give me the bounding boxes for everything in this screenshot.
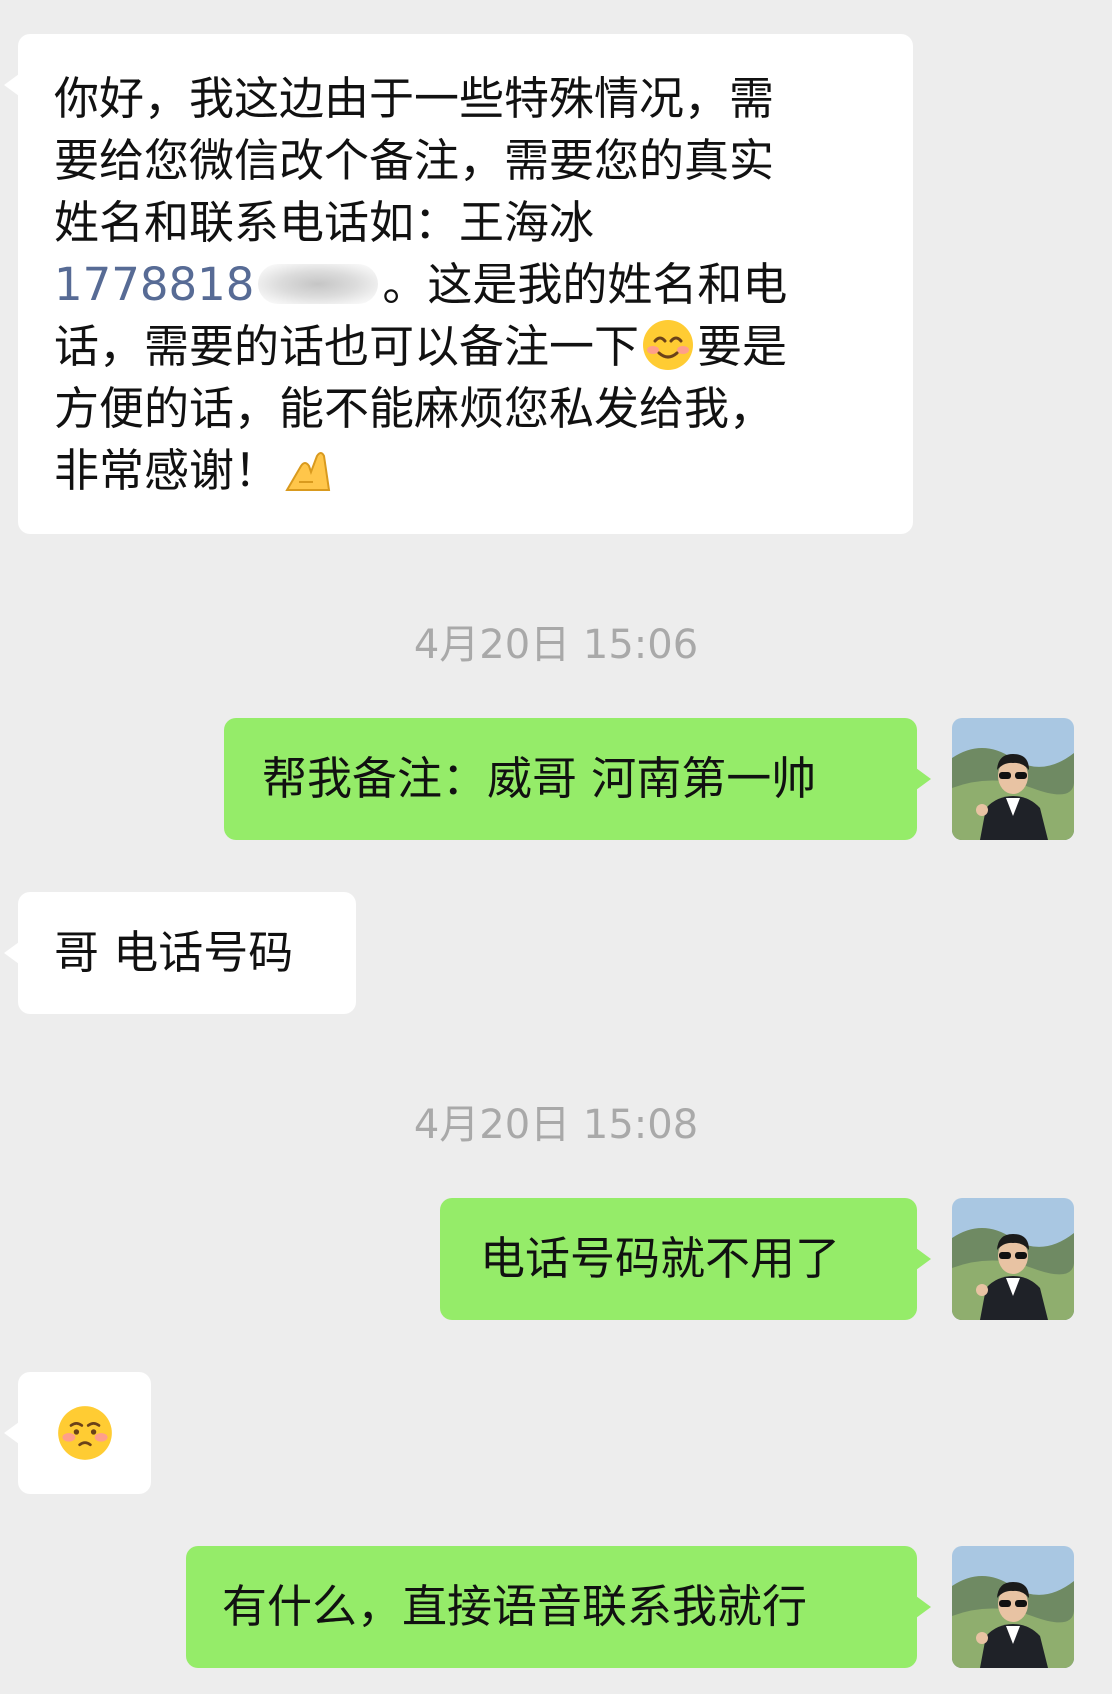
- message-text: 非常感谢！: [54, 444, 280, 497]
- timestamp: 4月20日 15:06: [413, 622, 699, 668]
- bubble-tail: [916, 1596, 931, 1618]
- message-bubble-outgoing[interactable]: 电话号码就不用了: [440, 1198, 931, 1320]
- smiling-face-icon: [643, 320, 694, 370]
- bubble-tail: [916, 1248, 931, 1270]
- message-text: 哥 电话号码: [54, 926, 294, 979]
- message-text: 要是: [697, 320, 788, 373]
- avatar[interactable]: [952, 1546, 1074, 1668]
- bubble-tail: [916, 768, 931, 790]
- message-line: 1778818 。这是我的姓名和电: [54, 254, 913, 316]
- message-bubble-incoming[interactable]: [4, 1372, 151, 1494]
- flushed-face-icon: [58, 1406, 112, 1460]
- phone-number-link[interactable]: 1778818: [54, 258, 254, 311]
- avatar-photo: [952, 1198, 1074, 1320]
- message-line: 方便的话，能不能麻烦您私发给我，: [54, 382, 775, 435]
- message-bubble-outgoing[interactable]: 帮我备注：威哥 河南第一帅: [224, 718, 931, 840]
- message-text: 。这是我的姓名和电: [382, 258, 788, 311]
- message-line: 姓名和联系电话如：王海冰: [54, 196, 595, 249]
- bubble-tail: [4, 942, 19, 964]
- bubble-tail: [4, 1422, 19, 1444]
- timestamp: 4月20日 15:08: [413, 1102, 699, 1148]
- avatar[interactable]: [952, 718, 1074, 840]
- bubble-tail: [4, 74, 19, 96]
- avatar[interactable]: [952, 1198, 1074, 1320]
- message-line: 要给您微信改个备注，需要您的真实: [54, 134, 775, 187]
- message-text: 有什么，直接语音联系我就行: [222, 1580, 808, 1633]
- message-bubble-outgoing[interactable]: 有什么，直接语音联系我就行: [186, 1546, 931, 1668]
- ok-hand-icon: [285, 452, 331, 491]
- message-text: 帮我备注：威哥 河南第一帅: [262, 752, 817, 805]
- avatar-photo: [952, 1546, 1074, 1668]
- message-text: 话，需要的话也可以备注一下: [54, 320, 640, 373]
- avatar-photo: [952, 718, 1074, 840]
- redacted-blur: [258, 264, 379, 304]
- message-bubble-incoming[interactable]: 你好，我这边由于一些特殊情况，需 要给您微信改个备注，需要您的真实 姓名和联系电…: [4, 34, 913, 534]
- message-bubble-incoming[interactable]: 哥 电话号码: [4, 892, 356, 1014]
- message-line: 你好，我这边由于一些特殊情况，需: [54, 72, 775, 125]
- message-text: 电话号码就不用了: [480, 1232, 841, 1285]
- message-line: 话，需要的话也可以备注一下 要是: [54, 316, 913, 378]
- message-line: 非常感谢！: [54, 440, 913, 502]
